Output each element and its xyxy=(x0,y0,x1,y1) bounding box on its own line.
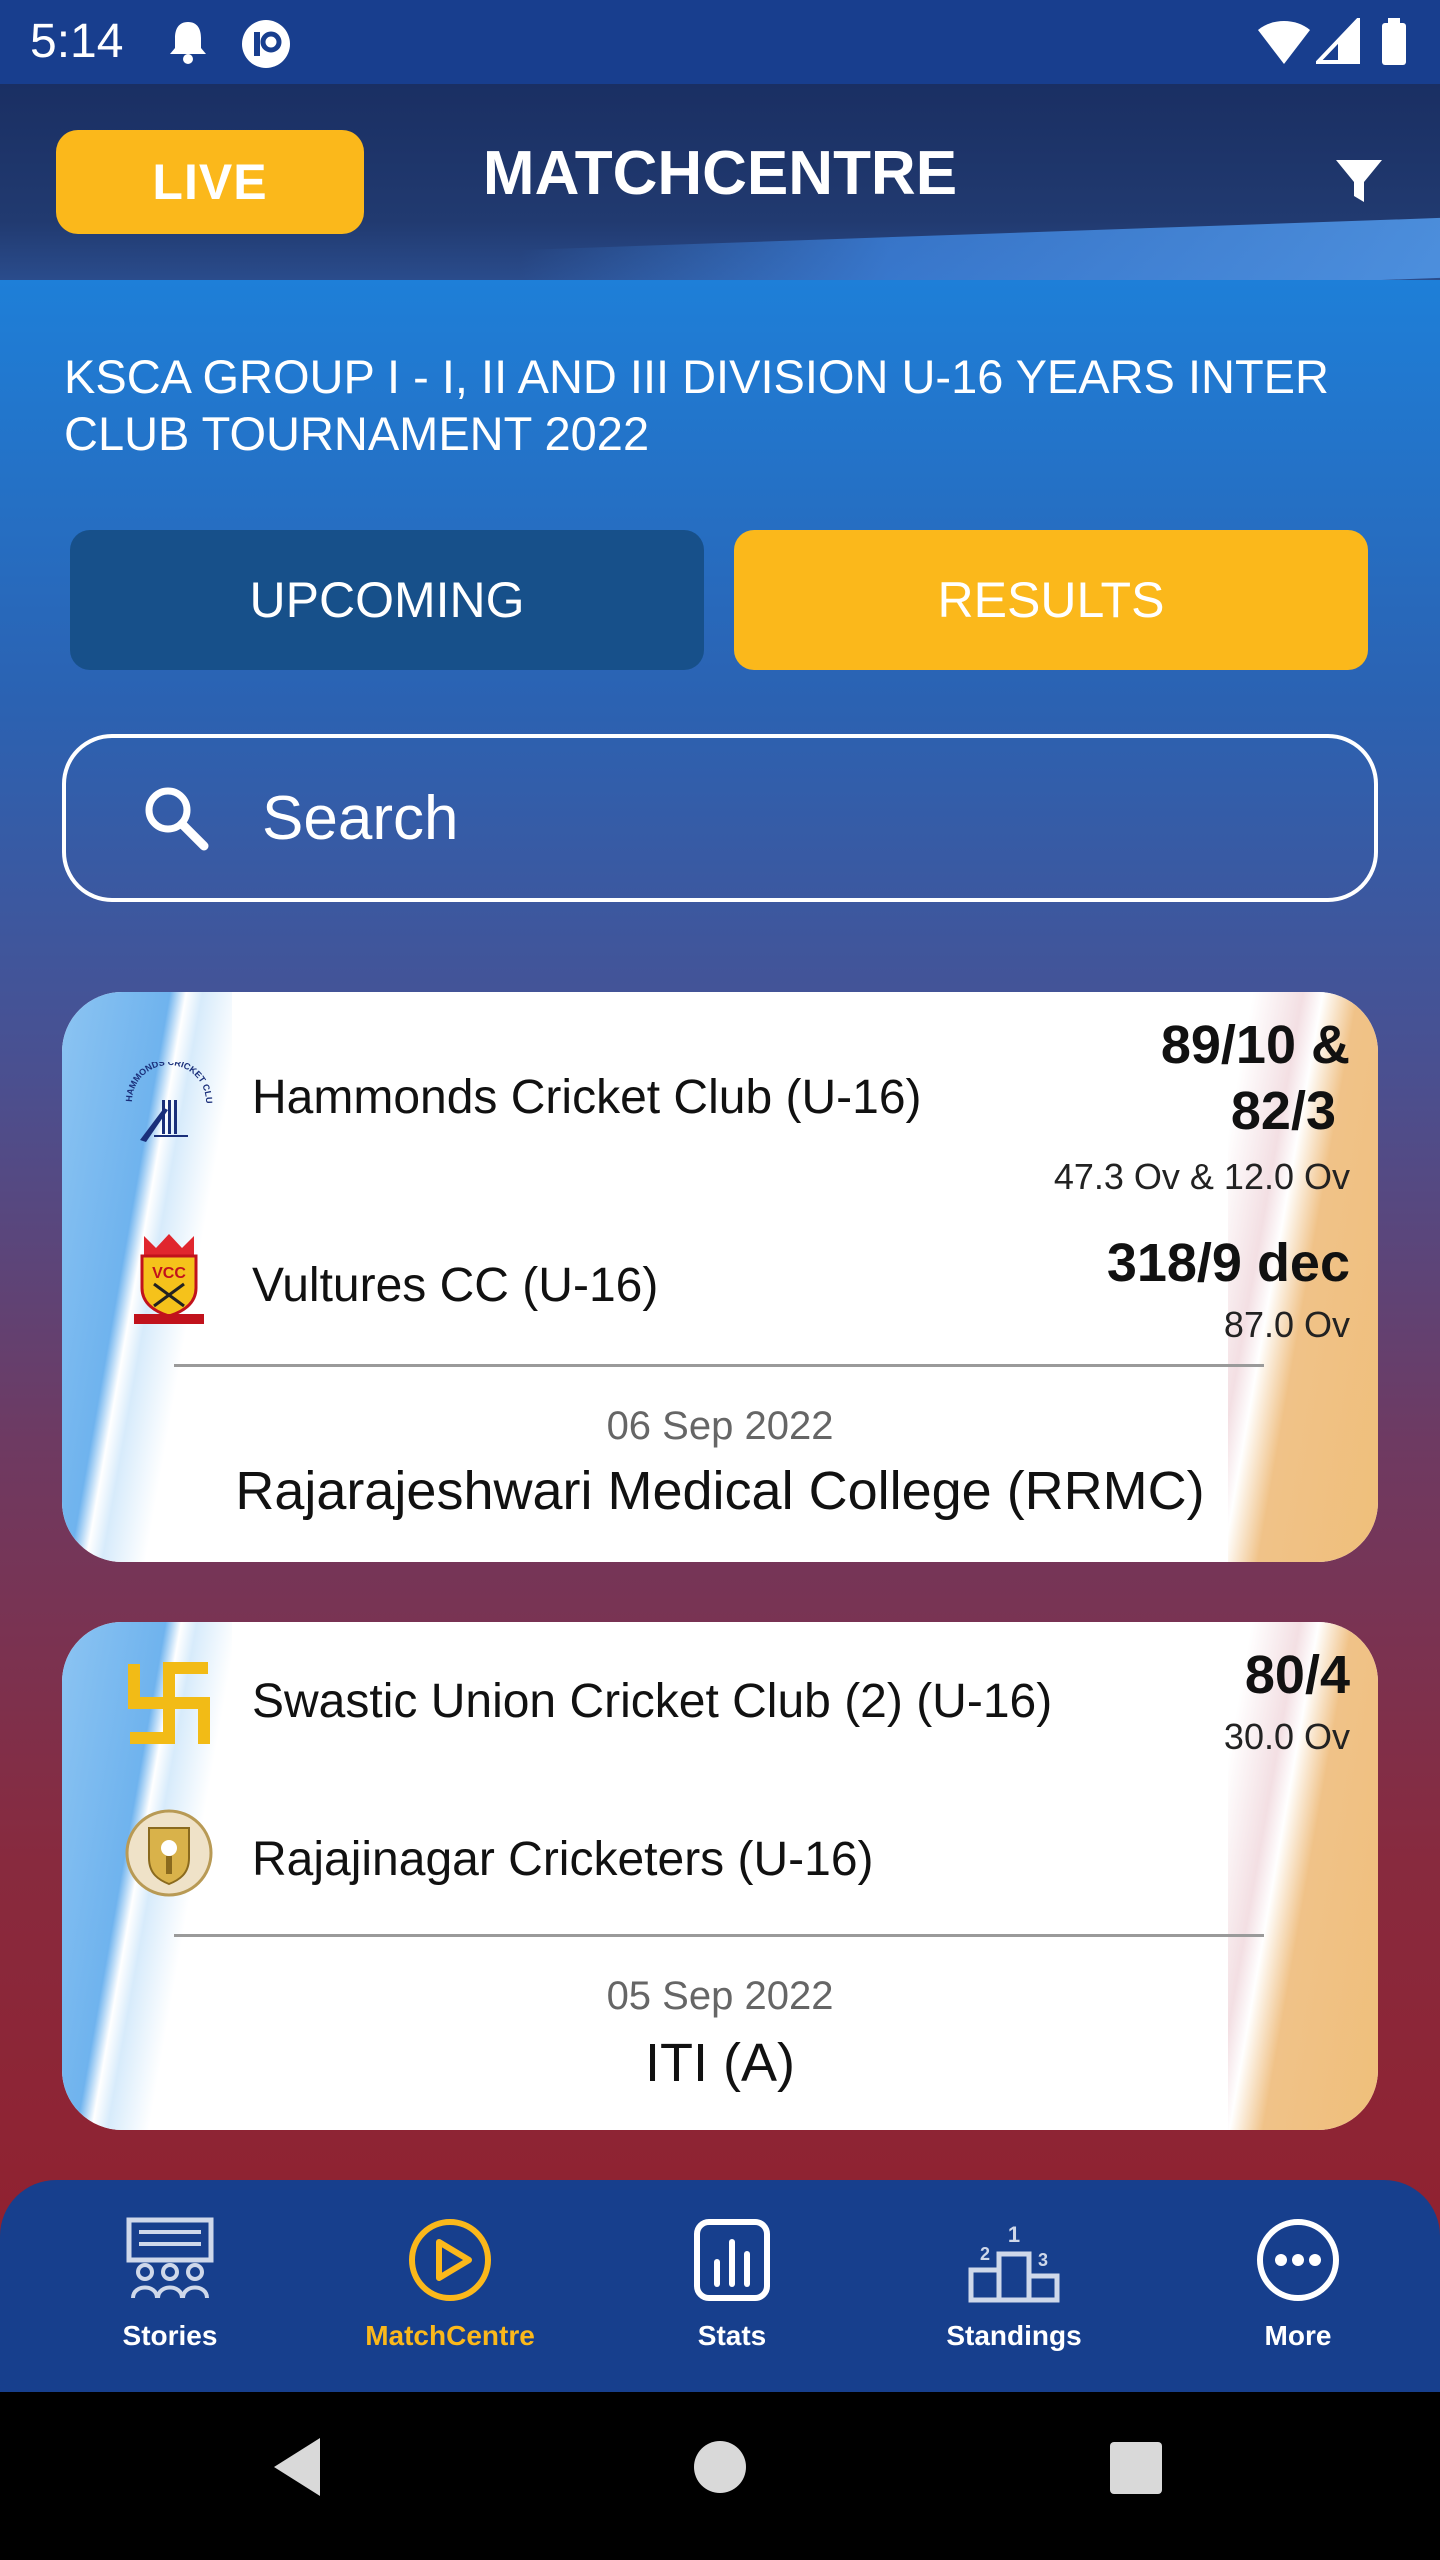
nav-item-stories[interactable]: Stories xyxy=(70,2212,270,2352)
match-venue: ITI (A) xyxy=(645,2033,795,2093)
match-date: 05 Sep 2022 xyxy=(606,1974,834,2018)
team-score: 89/10 & 82/3 xyxy=(1161,1012,1350,1144)
nav-item-matchcentre[interactable]: MatchCentre xyxy=(350,2212,550,2352)
team-name: Vultures CC (U-16) xyxy=(252,1259,659,1312)
nav-item-more[interactable]: More xyxy=(1198,2212,1398,2352)
rajajinagar-logo-icon xyxy=(125,1809,213,1897)
podium-icon: 1 2 3 xyxy=(968,2222,1060,2303)
team-name: Swastic Union Cricket Club (2) (U-16) xyxy=(252,1675,1053,1728)
main-content: KSCA GROUP I - I, II AND III DIVISION U-… xyxy=(0,280,1440,2392)
stories-icon xyxy=(126,2217,214,2299)
cellular-signal-icon xyxy=(1316,18,1360,64)
page-title: MATCHCENTRE xyxy=(482,139,958,208)
vultures-logo-icon: VCC xyxy=(134,1234,204,1324)
system-navigation-bar xyxy=(0,2392,1440,2560)
team-overs: 30.0 Ov xyxy=(1223,1716,1350,1757)
status-time: 5:14 xyxy=(30,15,124,68)
svg-text:HAMMONDS CRICKET CLUB: HAMMONDS CRICKET CLUB xyxy=(124,1062,214,1104)
tournament-title: KSCA GROUP I - I, II AND III DIVISION U-… xyxy=(64,350,1329,460)
search-input[interactable] xyxy=(262,776,1262,860)
svg-text:3: 3 xyxy=(1038,2250,1048,2270)
app-header: LIVE MATCHCENTRE xyxy=(0,84,1440,280)
header-decoration xyxy=(520,217,1440,280)
tab-results[interactable]: RESULTS xyxy=(734,530,1368,670)
nav-item-stats[interactable]: Stats xyxy=(632,2212,832,2352)
match-card[interactable]: HAMMONDS CRICKET CLUB Hammonds Cricket C… xyxy=(62,992,1378,1562)
team-score: 80/4 xyxy=(1244,1645,1350,1705)
nav-item-standings[interactable]: 1 2 3 Standings xyxy=(914,2212,1114,2352)
swastic-logo-icon xyxy=(128,1662,210,1744)
nav-label: Stats xyxy=(697,2320,767,2351)
recents-icon[interactable] xyxy=(1108,2432,1164,2502)
status-bar: 5:14 xyxy=(0,0,1440,84)
card-divider xyxy=(174,1364,1264,1367)
search-icon xyxy=(145,787,209,851)
tab-upcoming[interactable]: UPCOMING xyxy=(70,530,704,670)
team-overs: 87.0 Ov xyxy=(1223,1304,1350,1345)
svg-text:VCC: VCC xyxy=(152,1265,186,1282)
nav-label: Standings xyxy=(946,2320,1082,2351)
back-icon[interactable] xyxy=(268,2432,328,2502)
more-dots-icon xyxy=(1257,2219,1339,2301)
match-date: 06 Sep 2022 xyxy=(606,1404,834,1448)
home-icon[interactable] xyxy=(692,2432,748,2502)
card-divider xyxy=(174,1934,1264,1937)
hammonds-logo-icon: HAMMONDS CRICKET CLUB xyxy=(124,1062,214,1142)
bar-chart-icon xyxy=(694,2219,770,2301)
app-notification-icon xyxy=(242,20,290,68)
notification-bell-icon xyxy=(170,22,206,64)
nav-label: Stories xyxy=(122,2320,218,2351)
nav-label: MatchCentre xyxy=(365,2320,535,2351)
score-innings-1: 89/10 & xyxy=(1160,1015,1350,1075)
svg-text:1: 1 xyxy=(1008,2222,1020,2247)
battery-icon xyxy=(1382,18,1406,65)
team-name: Hammonds Cricket Club (U-16) xyxy=(252,1071,922,1124)
team-score: 318/9 dec xyxy=(1106,1233,1350,1293)
search-bar[interactable] xyxy=(62,734,1378,902)
nav-label: More xyxy=(1264,2320,1332,2351)
play-circle-icon xyxy=(409,2219,491,2301)
match-venue: Rajarajeshwari Medical College (RRMC) xyxy=(235,1461,1205,1521)
live-button[interactable]: LIVE xyxy=(56,130,364,234)
team-name: Rajajinagar Cricketers (U-16) xyxy=(252,1833,874,1886)
bottom-navigation: Stories MatchCentre Stats 1 2 3 Standing… xyxy=(0,2180,1440,2392)
team-overs: 47.3 Ov & 12.0 Ov xyxy=(1053,1156,1350,1197)
match-card[interactable]: Swastic Union Cricket Club (2) (U-16) 80… xyxy=(62,1622,1378,2130)
wifi-icon xyxy=(1258,21,1310,64)
svg-text:2: 2 xyxy=(980,2244,990,2264)
filter-icon[interactable] xyxy=(1334,156,1384,206)
score-innings-2: 82/3 xyxy=(1230,1081,1336,1141)
